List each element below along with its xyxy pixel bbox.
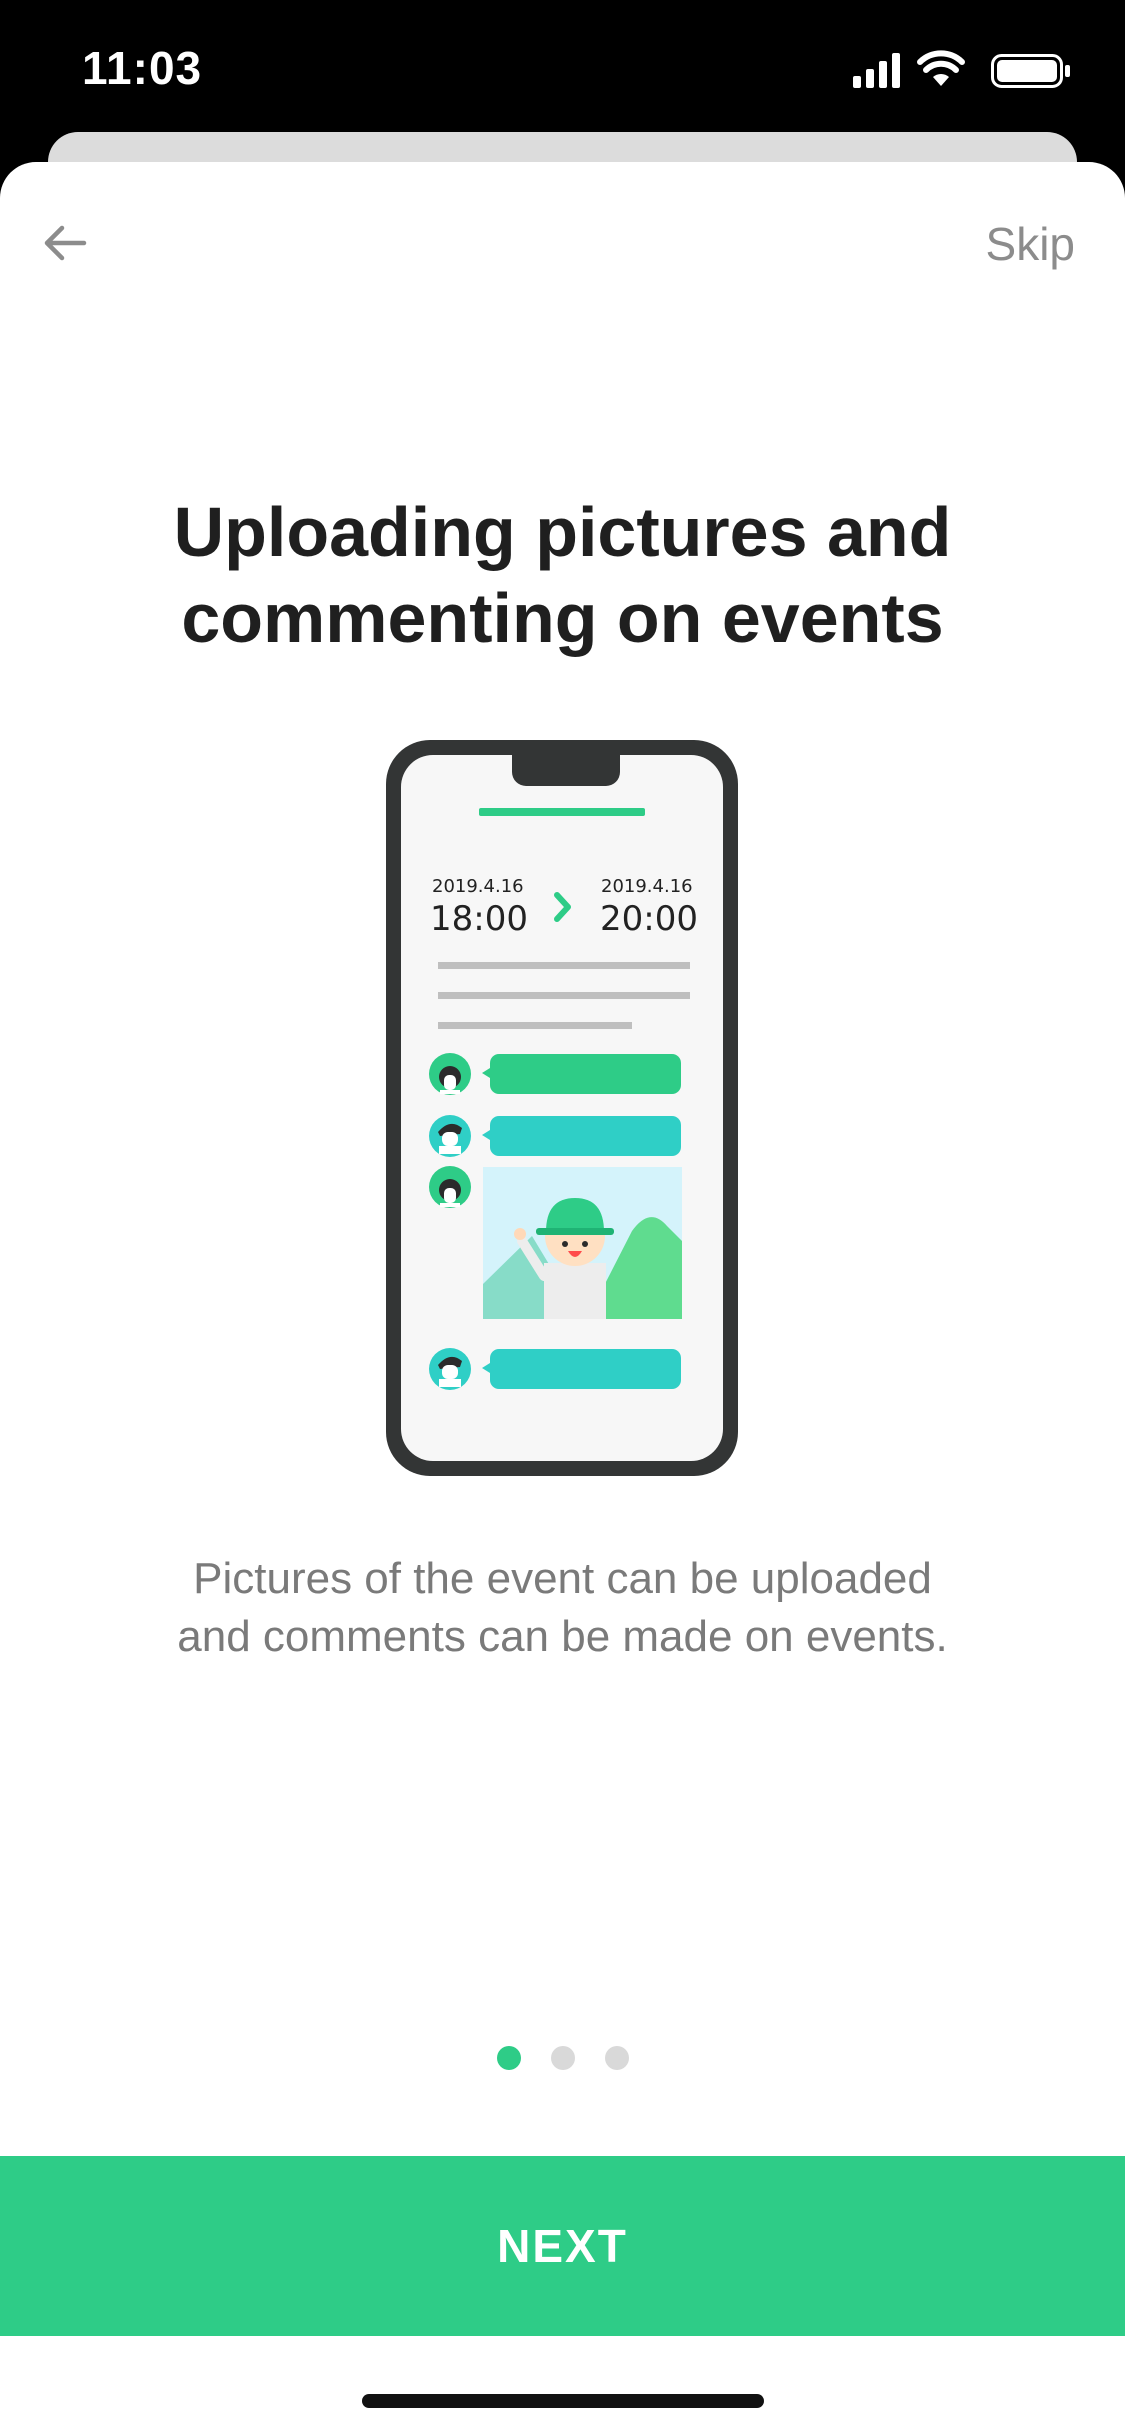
end-time: 20:00 [600,899,698,939]
cellular-signal-icon [853,53,900,88]
page-indicator [0,2038,1125,2078]
status-time: 11:03 [82,42,203,94]
page-title: Uploading pictures and commenting on eve… [173,493,952,657]
skip-button[interactable]: Skip [986,214,1075,274]
page-dot [604,2046,629,2070]
avatar-woman-icon [429,1053,471,1095]
page-dot-active [496,2046,521,2070]
text-line [438,992,690,999]
avatar-man-icon [429,1115,471,1157]
phone-notch [512,755,620,786]
onboarding-screen: 11:03 Skip Uploading pictures and commen… [0,0,1125,2436]
back-button[interactable] [34,212,96,274]
page-dot [550,2046,575,2070]
comment-bubble [490,1116,681,1156]
page-description: Pictures of the event can be uploaded an… [177,1554,948,1661]
comment-bubble [490,1054,681,1094]
wifi-icon [917,50,965,86]
modal-sheet: Skip Uploading pictures and commenting o… [0,162,1125,2436]
home-indicator[interactable] [362,2394,764,2408]
text-line [438,1022,632,1029]
comment-bubble [490,1349,681,1389]
battery-icon [991,54,1070,88]
status-bar: 11:03 [0,0,1125,135]
start-date: 2019.4.16 [432,876,524,897]
avatar-woman-icon [429,1166,471,1208]
uploaded-photo [483,1167,682,1319]
status-icons [851,50,1081,90]
phone-illustration: 2019.4.16 18:00 2019.4.16 20:00 [382,736,742,1500]
next-button[interactable]: NEXT [0,2156,1125,2336]
header-accent-bar [479,808,645,816]
avatar-man-icon [429,1348,471,1390]
arrow-left-icon [44,225,87,261]
text-line [438,962,690,969]
start-time: 18:00 [430,899,528,939]
end-date: 2019.4.16 [601,876,693,897]
